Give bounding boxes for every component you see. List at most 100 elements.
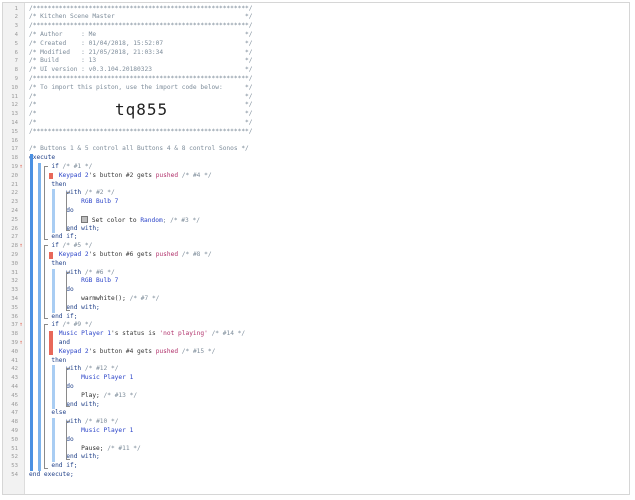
condition-arrow-icon[interactable]: ↑ — [19, 242, 23, 251]
condition-marker[interactable] — [49, 251, 53, 259]
line-number: 27 — [11, 234, 18, 241]
code-line: with /* #12 */ — [29, 365, 118, 374]
code-line: Music Player 1's status is 'not playing'… — [29, 330, 245, 339]
condition-arrow-icon[interactable]: ↑ — [19, 163, 23, 172]
code-token: ; /* #3 */ — [162, 216, 200, 224]
line-number: 22 — [11, 190, 18, 197]
code-token: /* #7 */ — [129, 294, 160, 302]
if-block-bar — [38, 162, 41, 243]
device-name[interactable]: RGB Bulb 7 — [81, 198, 118, 205]
line-number: 9 — [14, 75, 18, 82]
with-block-bar — [52, 268, 55, 313]
code-line: RGB Bulb 7 — [29, 277, 118, 286]
code-token: /* Author : Me */ — [29, 30, 253, 38]
line-number: 10 — [11, 84, 18, 91]
code-token: 's status is — [110, 330, 160, 338]
line-number: 26 — [11, 225, 18, 232]
import-code[interactable]: tq855 — [115, 100, 168, 120]
block-brace — [66, 192, 70, 232]
line-number: 46 — [11, 401, 18, 408]
line-number: 38 — [11, 331, 18, 338]
code-token: /* #1 */ — [62, 162, 93, 170]
condition-marker[interactable] — [49, 331, 53, 356]
block-brace — [44, 324, 48, 470]
code-token: pushed — [155, 347, 179, 355]
code-token: /* #4 */ — [178, 171, 212, 179]
line-number: 3 — [14, 23, 18, 30]
line-number: 13 — [11, 111, 18, 118]
code-line: with /* #2 */ — [29, 189, 115, 198]
line-number: 48 — [11, 419, 18, 426]
code-token: 'not playing' — [159, 330, 208, 338]
device-name[interactable]: Keypad 2 — [59, 348, 89, 355]
device-name[interactable]: Music Player 1 — [59, 330, 111, 337]
with-block-bar — [52, 189, 55, 234]
condition-arrow-icon[interactable]: ↑ — [19, 339, 23, 348]
code-token: /* UI version : v0.3.104.20180323 */ — [29, 66, 253, 74]
line-number-gutter: 1 2 3 4 5 6 7 8 9 10 11 12 13 14 15 16 17 18 19 ↑ 20 21 22 23 24… — [3, 3, 25, 494]
code-token: 's button #6 gets — [88, 250, 156, 258]
code-line: /* Author : Me */ — [29, 31, 253, 40]
line-number: 32 — [11, 278, 18, 285]
code-line: /***************************************… — [29, 22, 253, 31]
code-token: /* #9 */ — [62, 321, 93, 329]
line-number: 2 — [14, 14, 18, 21]
code-line: /* Build : 13 */ — [29, 57, 253, 66]
line-number: 39 — [11, 339, 18, 346]
piston-code-viewer: 1 2 3 4 5 6 7 8 9 10 11 12 13 14 15 16 17 18 19 ↑ 20 21 22 23 24… — [2, 2, 630, 495]
line-number: 31 — [11, 269, 18, 276]
line-number: 51 — [11, 445, 18, 452]
line-number: 20 — [11, 172, 18, 179]
code-line: Keypad 2's button #2 gets pushed /* #4 *… — [29, 172, 212, 181]
line-number: 34 — [11, 295, 18, 302]
code-token: pushed — [155, 250, 179, 258]
line-number: 35 — [11, 304, 18, 311]
line-number: 36 — [11, 313, 18, 320]
condition-marker[interactable] — [49, 172, 53, 180]
line-number: 19 — [11, 163, 18, 170]
line-number: 23 — [11, 199, 18, 206]
device-name[interactable]: RGB Bulb 7 — [81, 277, 118, 284]
code-token: /* Created : 01/04/2018, 15:52:07 */ — [29, 39, 253, 47]
device-name[interactable]: Music Player 1 — [81, 427, 133, 434]
code-line: end execute; — [29, 471, 74, 480]
code-line: /* To import this piston, use the import… — [29, 84, 253, 93]
line-number: 7 — [14, 58, 18, 65]
block-brace — [66, 421, 70, 461]
line-number: 52 — [11, 454, 18, 461]
code-token: end execute; — [29, 470, 74, 478]
line-number: 41 — [11, 357, 18, 364]
line-number: 30 — [11, 260, 18, 267]
code-line: /* UI version : v0.3.104.20180323 */ — [29, 66, 253, 75]
code-token: /* #2 */ — [84, 189, 115, 197]
code-token: /* #15 */ — [178, 347, 216, 355]
line-number: 8 — [14, 67, 18, 74]
line-number: 45 — [11, 392, 18, 399]
with-block-bar — [52, 418, 55, 463]
line-number: 4 — [14, 31, 18, 38]
code-token: /* #11 */ — [107, 444, 141, 452]
device-name[interactable]: Music Player 1 — [81, 374, 133, 381]
code-line: /***************************************… — [29, 128, 253, 137]
device-name[interactable]: Keypad 2 — [59, 172, 89, 179]
code-token: 's button #4 gets — [88, 347, 156, 355]
device-name[interactable]: Random — [140, 217, 162, 224]
line-number: 18 — [11, 155, 18, 162]
line-number: 12 — [11, 102, 18, 109]
code-token: /* Build : 13 */ — [29, 57, 253, 65]
code-token: /* Buttons 1 & 5 control all Buttons 4 &… — [29, 145, 249, 153]
line-number: 11 — [11, 93, 18, 100]
line-number: 15 — [11, 128, 18, 135]
block-brace — [44, 165, 48, 241]
condition-arrow-icon[interactable]: ↑ — [19, 321, 23, 330]
code-token: /* #13 */ — [103, 391, 138, 399]
line-number: 33 — [11, 287, 18, 294]
line-number: 6 — [14, 49, 18, 56]
device-name[interactable]: Keypad 2 — [59, 251, 89, 258]
code-line: /* Created : 01/04/2018, 15:52:07 */ — [29, 40, 253, 49]
line-number: 25 — [11, 216, 18, 223]
